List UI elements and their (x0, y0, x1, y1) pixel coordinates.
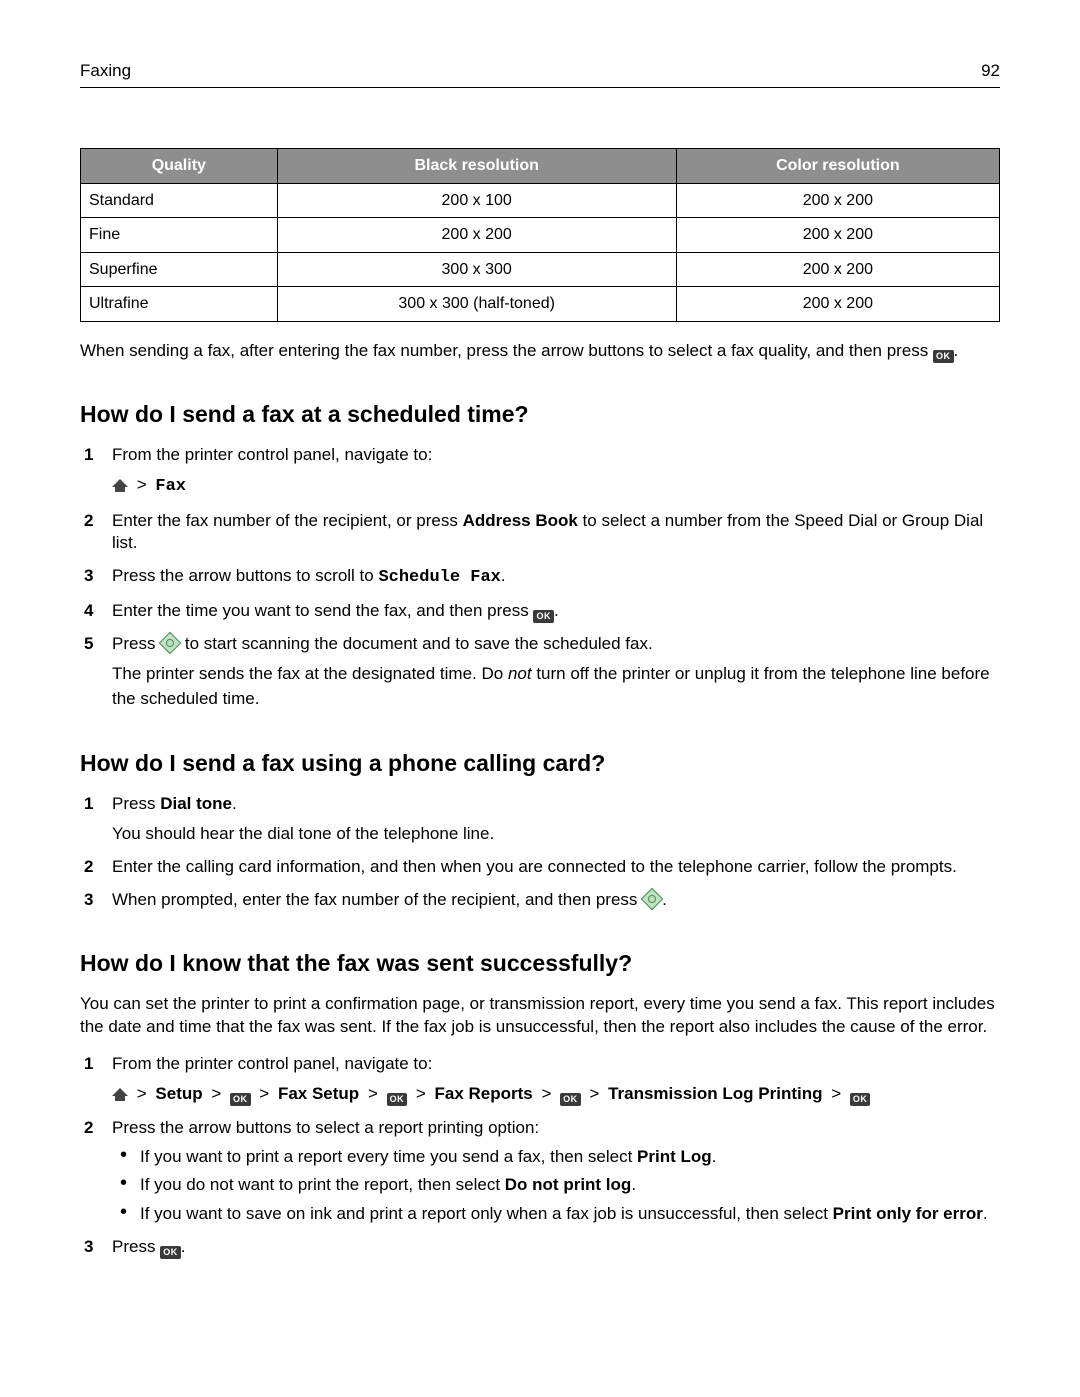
ok-icon: OK (560, 1093, 581, 1106)
list-item: Press OK. (80, 1236, 1000, 1259)
home-icon (112, 1087, 128, 1101)
page-header: Faxing 92 (80, 60, 1000, 88)
intro-success: You can set the printer to print a confi… (80, 993, 1000, 1039)
steps-scheduled: From the printer control panel, navigate… (80, 444, 1000, 712)
th-quality: Quality (81, 148, 278, 183)
steps-success: From the printer control panel, navigate… (80, 1053, 1000, 1259)
table-row: Superfine 300 x 300 200 x 200 (81, 252, 1000, 287)
ok-icon: OK (533, 610, 554, 623)
list-item: From the printer control panel, navigate… (80, 444, 1000, 500)
ok-icon: OK (933, 350, 954, 363)
list-item: Press the arrow buttons to scroll to Sch… (80, 565, 1000, 590)
header-page-number: 92 (981, 60, 1000, 83)
table-row: Fine 200 x 200 200 x 200 (81, 218, 1000, 253)
ok-icon: OK (387, 1093, 408, 1106)
nav-path: > Setup > OK > Fax Setup > OK > Fax Repo… (112, 1082, 1000, 1107)
heading-success: How do I know that the fax was sent succ… (80, 948, 1000, 979)
list-item: When prompted, enter the fax number of t… (80, 889, 1000, 912)
ok-icon: OK (160, 1246, 181, 1259)
header-section: Faxing (80, 60, 131, 83)
ok-icon: OK (850, 1093, 871, 1106)
ok-icon: OK (230, 1093, 251, 1106)
note: You should hear the dial tone of the tel… (112, 822, 1000, 847)
heading-scheduled: How do I send a fax at a scheduled time? (80, 399, 1000, 430)
list-item: Enter the fax number of the recipient, o… (80, 510, 1000, 556)
heading-calling-card: How do I send a fax using a phone callin… (80, 748, 1000, 779)
th-black: Black resolution (277, 148, 676, 183)
list-item: Enter the calling card information, and … (80, 856, 1000, 879)
table-row: Ultrafine 300 x 300 (half-toned) 200 x 2… (81, 287, 1000, 322)
start-diamond-icon (641, 888, 664, 911)
start-diamond-icon (159, 632, 182, 655)
list-item: From the printer control panel, navigate… (80, 1053, 1000, 1107)
table-row: Standard 200 x 100 200 x 200 (81, 183, 1000, 218)
home-icon (112, 478, 128, 492)
list-item: Press the arrow buttons to select a repo… (80, 1117, 1000, 1227)
th-color: Color resolution (676, 148, 999, 183)
list-item: Enter the time you want to send the fax,… (80, 600, 1000, 623)
bullet-item: If you want to print a report every time… (120, 1146, 1000, 1169)
para-after-table: When sending a fax, after entering the f… (80, 340, 1000, 363)
note: The printer sends the fax at the designa… (112, 662, 1000, 711)
page: Faxing 92 Quality Black resolution Color… (0, 0, 1080, 1397)
nav-path: > Fax (112, 473, 1000, 500)
bullet-item: If you do not want to print the report, … (120, 1174, 1000, 1197)
list-item: Press to start scanning the document and… (80, 633, 1000, 711)
quality-table: Quality Black resolution Color resolutio… (80, 148, 1000, 322)
bullet-item: If you want to save on ink and print a r… (120, 1203, 1000, 1226)
list-item: Press Dial tone. You should hear the dia… (80, 793, 1000, 847)
report-options: If you want to print a report every time… (120, 1146, 1000, 1227)
steps-calling: Press Dial tone. You should hear the dia… (80, 793, 1000, 912)
